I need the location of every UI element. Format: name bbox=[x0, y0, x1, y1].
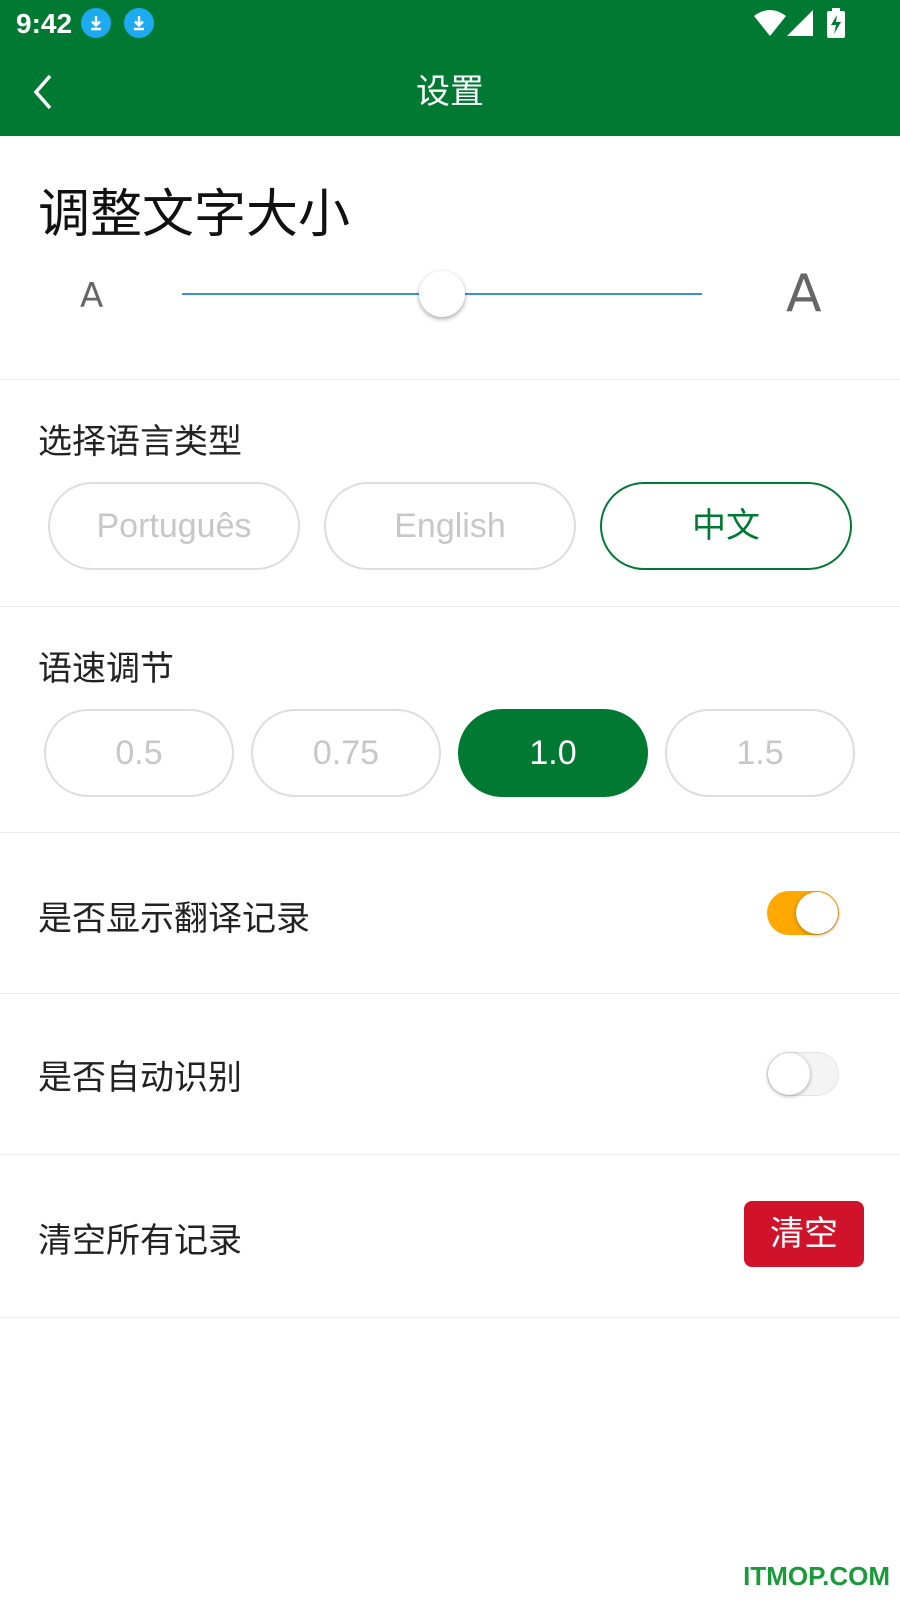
page-title: 设置 bbox=[416, 72, 484, 112]
show-history-label: 是否显示翻译记录 bbox=[38, 899, 310, 939]
auto-detect-toggle[interactable] bbox=[767, 1052, 839, 1096]
auto-detect-label: 是否自动识别 bbox=[38, 1058, 242, 1098]
battery-charging-icon bbox=[827, 8, 845, 38]
large-font-label: A bbox=[786, 264, 822, 324]
toggle-knob bbox=[768, 1053, 810, 1095]
show-history-toggle[interactable] bbox=[767, 891, 839, 935]
language-section: 选择语言类型 Português English 中文 bbox=[0, 380, 900, 607]
speed-option-0-75[interactable]: 0.75 bbox=[251, 709, 441, 797]
clear-records-row: 清空所有记录 清空 bbox=[0, 1155, 900, 1318]
language-section-title: 选择语言类型 bbox=[38, 422, 242, 462]
font-size-title: 调整文字大小 bbox=[38, 185, 351, 245]
speed-option-1-0[interactable]: 1.0 bbox=[458, 709, 648, 797]
watermark: ITMOP.COM bbox=[743, 1561, 890, 1591]
language-option-english[interactable]: English bbox=[324, 482, 576, 570]
speed-option-1-5[interactable]: 1.5 bbox=[665, 709, 855, 797]
show-history-row: 是否显示翻译记录 bbox=[0, 833, 900, 994]
speed-option-0-5[interactable]: 0.5 bbox=[44, 709, 234, 797]
download-icon bbox=[81, 8, 111, 38]
status-time: 9:42 bbox=[16, 8, 73, 39]
speech-speed-section: 语速调节 0.5 0.75 1.0 1.5 bbox=[0, 607, 900, 833]
speed-section-title: 语速调节 bbox=[38, 649, 174, 689]
font-size-slider-thumb[interactable] bbox=[419, 271, 465, 317]
font-size-section: 调整文字大小 A A bbox=[0, 136, 900, 380]
clear-button[interactable]: 清空 bbox=[744, 1201, 864, 1267]
clear-records-label: 清空所有记录 bbox=[38, 1221, 242, 1261]
status-bar: 9:42 bbox=[0, 0, 900, 48]
auto-detect-row: 是否自动识别 bbox=[0, 994, 900, 1155]
language-option-chinese[interactable]: 中文 bbox=[600, 482, 852, 570]
small-font-label: A bbox=[80, 276, 104, 316]
toggle-knob bbox=[796, 892, 838, 934]
app-bar: 设置 bbox=[0, 48, 900, 136]
signal-icon bbox=[787, 10, 813, 36]
language-option-portugues[interactable]: Português bbox=[48, 482, 300, 570]
wifi-icon bbox=[754, 10, 786, 36]
download-icon bbox=[124, 8, 154, 38]
